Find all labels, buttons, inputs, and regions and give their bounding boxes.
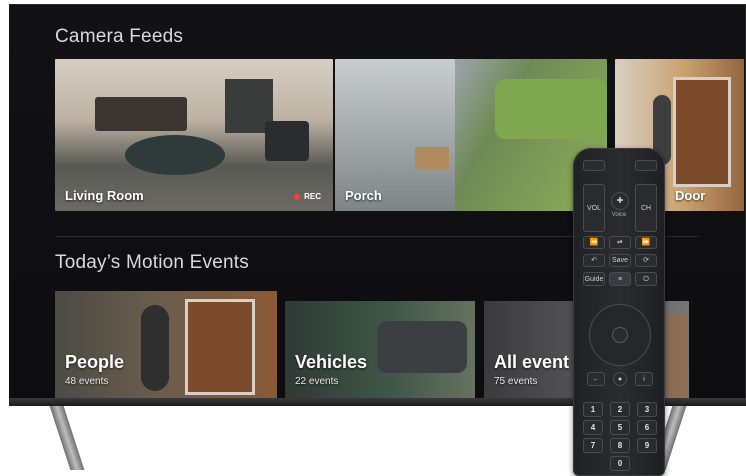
car-shape [377, 321, 467, 373]
back-icon: ↶ [591, 257, 597, 264]
voice-button[interactable]: ● [613, 372, 627, 386]
key-1[interactable]: 1 [583, 402, 603, 417]
camera-feeds-title: Camera Feeds [55, 26, 184, 47]
camera-label: Door [675, 188, 706, 203]
channel-rocker[interactable]: CH [635, 184, 657, 232]
menu-icon: ≡ [617, 275, 623, 283]
key-0[interactable]: 0 [610, 456, 630, 471]
refresh-icon: ⟳ [643, 257, 649, 264]
dpad-select-button[interactable] [612, 327, 628, 343]
door-shape [673, 77, 731, 187]
key-7[interactable]: 7 [583, 438, 603, 453]
rec-dot-icon [294, 193, 301, 200]
menu-button[interactable]: ≡ [609, 272, 631, 286]
left-arrow-button[interactable]: ← [587, 372, 605, 386]
guide-button[interactable]: Guide [583, 272, 605, 286]
camera-label: Living Room [65, 188, 144, 203]
package-shape [415, 147, 449, 169]
info-button[interactable]: i [635, 372, 653, 386]
remote-top-button-right[interactable] [635, 160, 657, 171]
chair-shape [265, 121, 309, 161]
motion-label: All event [494, 352, 570, 372]
key-5[interactable]: 5 [610, 420, 630, 435]
motion-tile-vehicles[interactable]: Vehicles 22 events [285, 301, 475, 401]
sofa-shape [95, 97, 187, 131]
power-icon: ⏻ [643, 275, 649, 283]
rec-indicator: REC [294, 192, 321, 201]
power-button[interactable]: ⏻ [635, 272, 657, 286]
person-shape [141, 305, 169, 391]
voice-icon: ● [617, 375, 623, 383]
motion-events-title: Today’s Motion Events [55, 252, 249, 273]
rewind-button[interactable]: ⏪ [583, 236, 605, 249]
key-6[interactable]: 6 [637, 420, 657, 435]
play-pause-button[interactable]: ⏯ [609, 236, 631, 249]
fast-forward-button[interactable]: ⏩ [635, 236, 657, 249]
rug-shape [125, 135, 225, 175]
arrow-left-icon: ← [592, 375, 600, 383]
back-button[interactable]: ↶ [583, 254, 605, 267]
fast-forward-icon: ⏩ [641, 239, 651, 246]
key-9[interactable]: 9 [637, 438, 657, 453]
rewind-icon: ⏪ [589, 239, 599, 246]
key-2[interactable]: 2 [610, 402, 630, 417]
mic-button[interactable]: ✚ [611, 192, 629, 210]
key-8[interactable]: 8 [610, 438, 630, 453]
motion-count: 75 events [494, 376, 538, 387]
remote-top-button-left[interactable] [583, 160, 605, 171]
save-button[interactable]: Save [609, 254, 631, 267]
mic-icon: ✚ [616, 196, 624, 205]
voice-label: Voice [611, 212, 627, 218]
camera-label: Porch [345, 188, 382, 203]
info-icon: i [643, 375, 645, 383]
key-3[interactable]: 3 [637, 402, 657, 417]
volume-rocker[interactable]: VOL [583, 184, 605, 232]
camera-tile-living-room[interactable]: Living Room REC [55, 59, 333, 211]
motion-count: 22 events [295, 376, 339, 387]
key-4[interactable]: 4 [583, 420, 603, 435]
motion-tile-people[interactable]: People 48 events [55, 291, 277, 401]
door-shape [185, 299, 255, 395]
motion-label: Vehicles [295, 352, 368, 372]
refresh-button[interactable]: ⟳ [635, 254, 657, 267]
remote-control: VOL ✚ Voice CH ⏪ ⏯ ⏩ ↶ Save ⟳ Guide ≡ ⏻ … [573, 148, 665, 476]
motion-count: 48 events [65, 376, 109, 387]
play-pause-icon: ⏯ [617, 239, 623, 246]
motion-label: People [65, 352, 125, 372]
lawn-shape [495, 79, 607, 139]
camera-tile-porch[interactable]: Porch [335, 59, 607, 211]
tv-leg-left [49, 406, 85, 470]
